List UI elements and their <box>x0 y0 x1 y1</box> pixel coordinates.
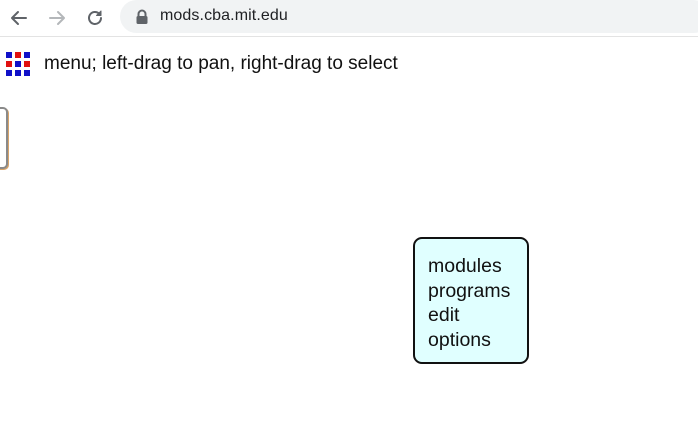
menu-item-programs[interactable]: programs <box>428 279 510 303</box>
address-url[interactable]: mods.cba.mit.edu <box>160 7 288 25</box>
reload-icon <box>88 10 102 25</box>
arrow-right-icon <box>49 11 65 25</box>
menu-item-options[interactable]: options <box>428 328 491 352</box>
menu-item-modules[interactable]: modules <box>428 254 502 278</box>
address-bar[interactable]: mods.cba.mit.edu <box>120 0 698 33</box>
lock-icon <box>136 9 148 24</box>
browser-toolbar: mods.cba.mit.edu <box>0 0 698 37</box>
offscreen-module-box[interactable] <box>0 107 8 169</box>
back-button[interactable] <box>7 6 31 30</box>
instructions-text: menu; left-drag to pan, right-drag to se… <box>44 53 398 74</box>
forward-button[interactable] <box>45 6 69 30</box>
mods-grid-logo-icon[interactable] <box>6 52 30 76</box>
menu-item-edit[interactable]: edit <box>428 303 459 327</box>
main-menu: modules programs edit options <box>413 237 529 364</box>
arrow-left-icon <box>11 11 27 25</box>
reload-button[interactable] <box>83 6 107 30</box>
